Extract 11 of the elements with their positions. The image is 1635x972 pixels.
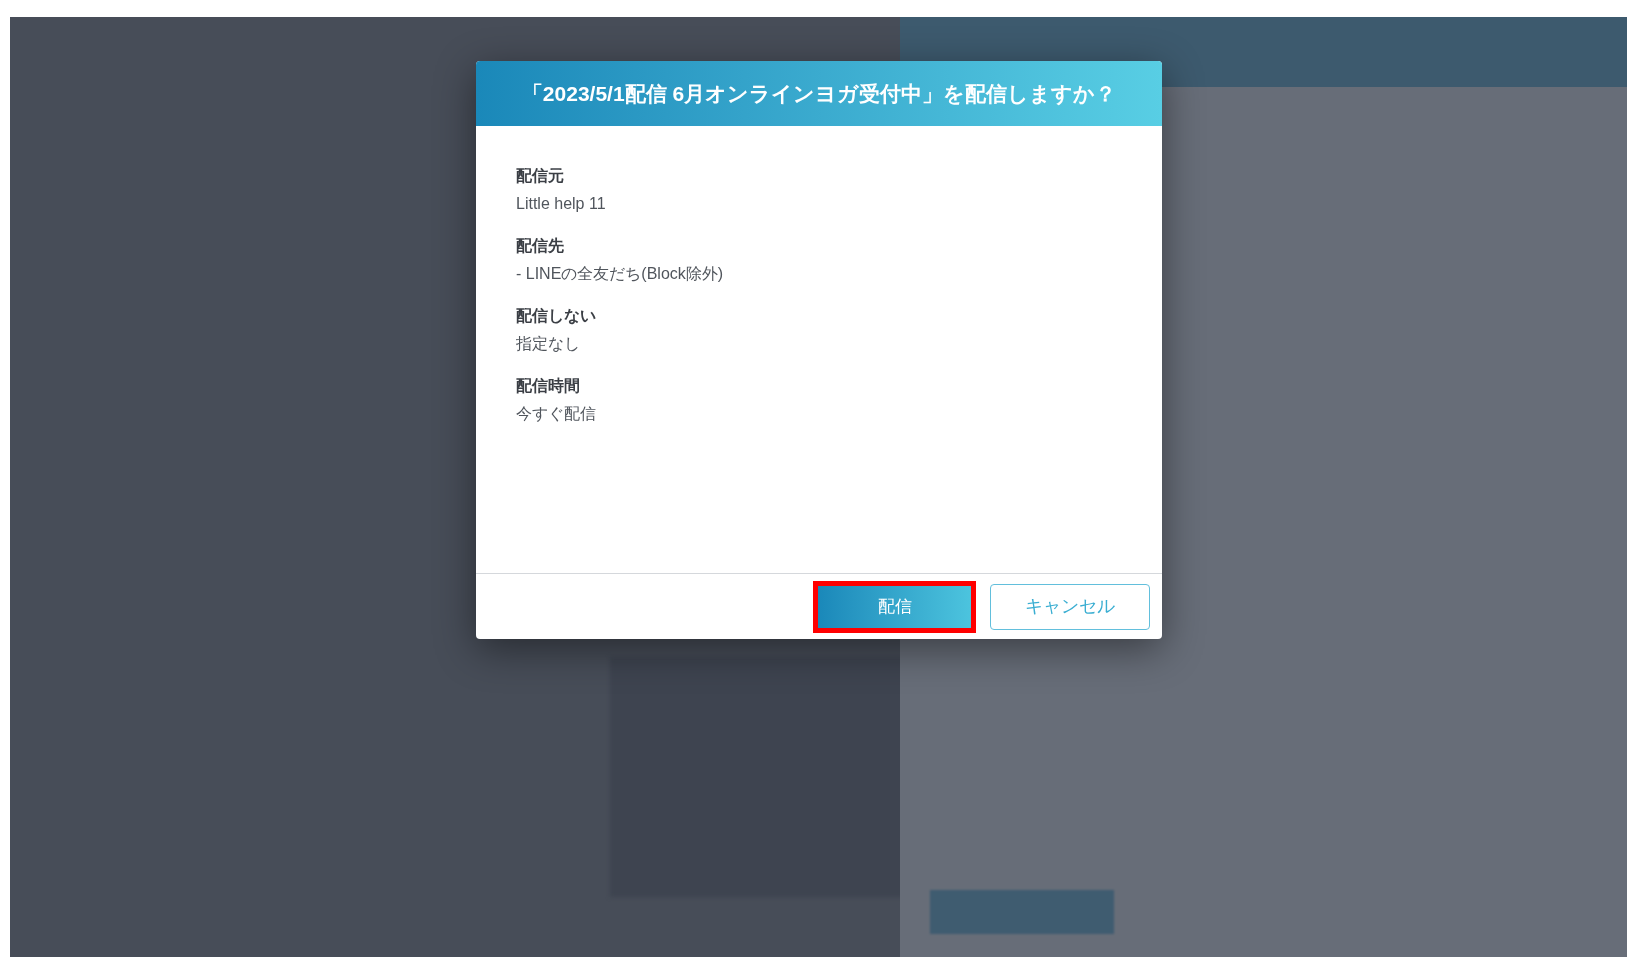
field-label: 配信元 [516, 166, 565, 186]
field-label: 配信時間 [516, 376, 581, 396]
field-value: Little help 11 [516, 194, 607, 214]
field-value: - LINEの全友だち(Block除外) [516, 264, 725, 284]
field-label: 配信しない [516, 306, 597, 327]
send-button[interactable]: 配信 [818, 585, 971, 628]
cancel-button[interactable]: キャンセル [990, 583, 1150, 630]
dialog-title: 「2023/5/1配信 6月オンラインヨガ受付中」を配信しますか？ [476, 61, 1162, 126]
field-value: 今すぐ配信 [516, 404, 597, 424]
field-label: 配信先 [516, 236, 565, 256]
field-value: 指定なし [516, 334, 581, 354]
